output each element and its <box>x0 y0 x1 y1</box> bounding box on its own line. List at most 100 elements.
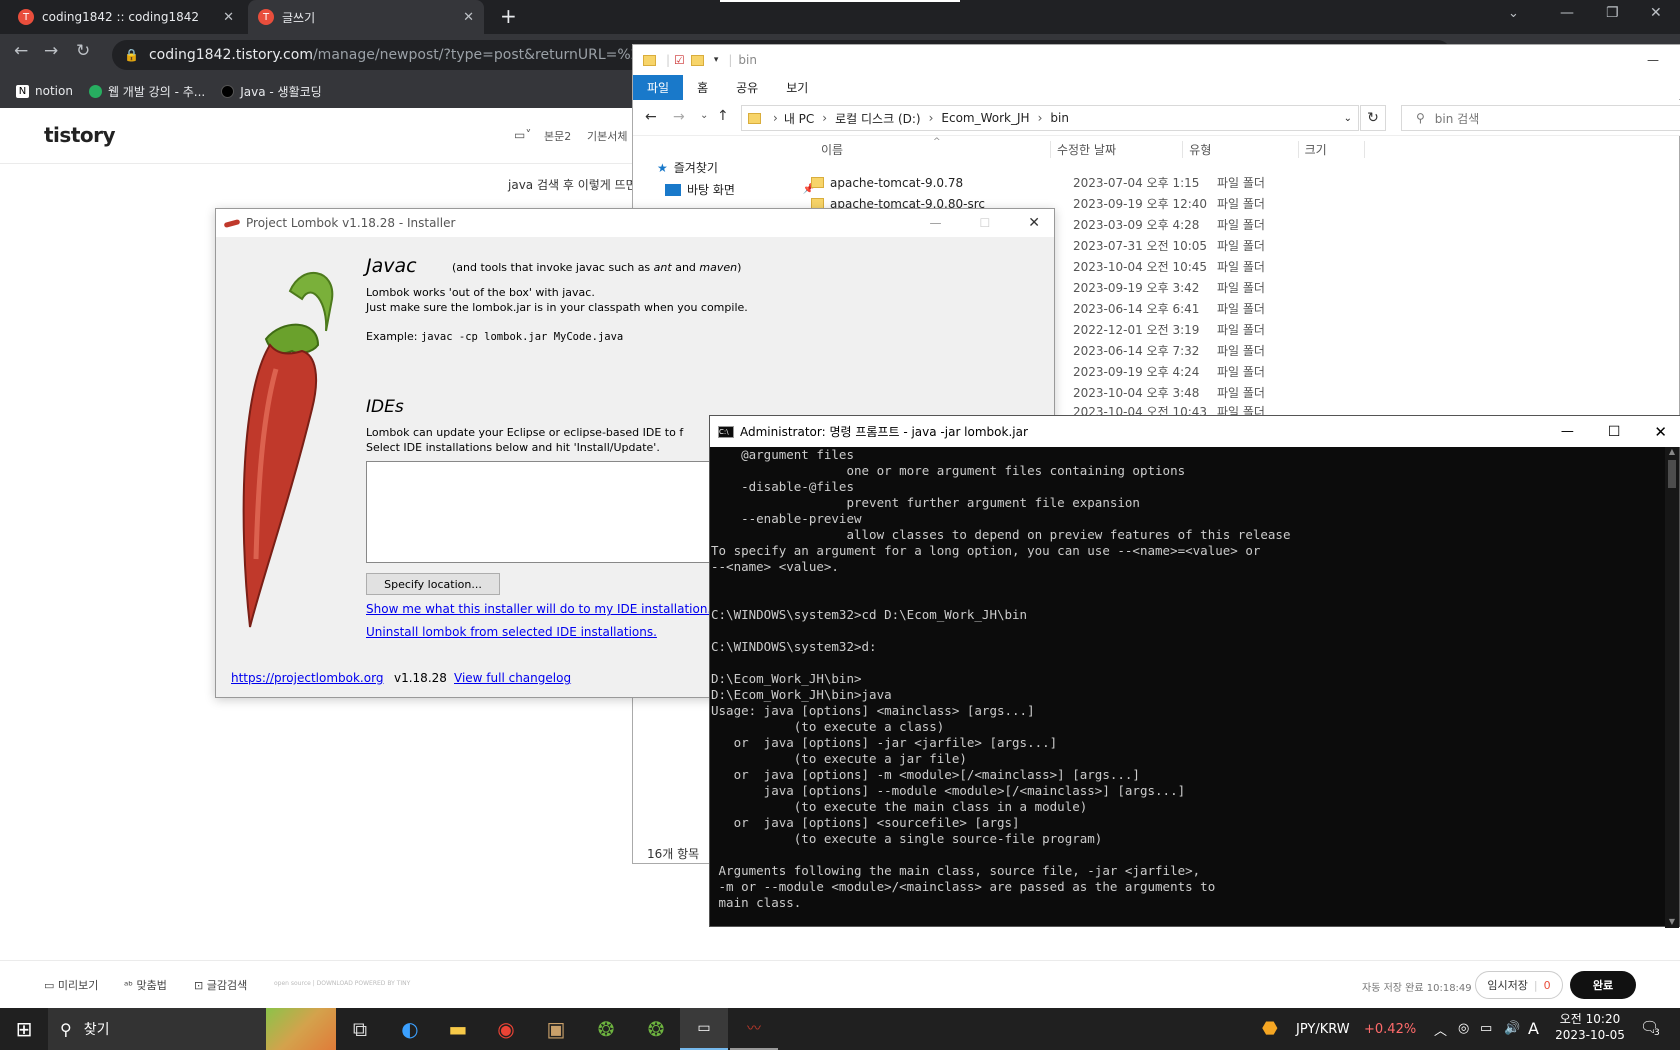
taskbar-search-box[interactable]: ⚲ 찾기 <box>48 1008 336 1050</box>
tab-search-chevron-icon[interactable]: ⌄ <box>1508 6 1519 21</box>
file-date: 2023-09-19 오후 3:42 <box>1073 281 1200 295</box>
ticker-label[interactable]: JPY/KRW <box>1296 1022 1350 1037</box>
tray-chevron-icon[interactable]: ︿ <box>1434 1020 1447 1039</box>
forward-arrow-icon[interactable]: → <box>673 109 685 125</box>
restore-icon[interactable]: ❐ <box>1606 5 1619 21</box>
up-arrow-icon[interactable]: ↑ <box>717 108 729 124</box>
close-icon[interactable]: ✕ <box>1654 423 1667 441</box>
nav-favorites[interactable]: ★ 즐겨찾기 <box>657 159 718 176</box>
close-tab-icon[interactable]: ✕ <box>223 10 234 25</box>
new-folder-icon[interactable] <box>690 54 704 66</box>
minimize-icon[interactable]: — <box>1561 424 1574 439</box>
cmd-line: java [options] --module <module>[/<mainc… <box>711 783 1186 798</box>
clock[interactable]: 오전 10:20 2023-10-05 <box>1554 1011 1626 1043</box>
specify-location-button[interactable]: Specify location... <box>366 573 500 595</box>
column-type[interactable]: 유형 <box>1183 140 1299 158</box>
minimize-icon[interactable]: — <box>930 216 942 230</box>
ime-indicator[interactable]: A <box>1528 1019 1539 1038</box>
network-icon[interactable]: ▭ <box>1480 1021 1492 1036</box>
close-icon[interactable]: ✕ <box>1028 215 1040 231</box>
uninstall-lombok-link[interactable]: Uninstall lombok from selected IDE insta… <box>366 625 657 639</box>
changelog-link[interactable]: View full changelog <box>454 671 571 685</box>
lombok-taskbar-icon[interactable]: 〰 <box>730 1008 778 1050</box>
draft-label: 임시저장 <box>1487 979 1528 992</box>
spring-tools-icon[interactable]: ❂ <box>582 1008 630 1050</box>
minimize-icon[interactable]: — <box>1647 53 1659 67</box>
minimize-icon[interactable]: — <box>1560 5 1574 21</box>
file-date: 2023-07-31 오전 10:05 <box>1073 239 1208 253</box>
scroll-down-icon[interactable]: ▼ <box>1665 917 1679 926</box>
preview-button[interactable]: ▭ 미리보기 <box>44 977 98 993</box>
close-window-icon[interactable]: ✕ <box>1650 5 1662 21</box>
address-breadcrumb[interactable]: › 내 PC › 로컬 디스크 (D:) › Ecom_Work_JH › bin ⌄ <box>741 105 1359 131</box>
tab-label: coding1842 :: coding1842 <box>42 10 200 24</box>
nav-desktop[interactable]: 바탕 화면 📌 <box>665 181 815 198</box>
explorer-navbar: ← → ⌄ ↑ › 내 PC › 로컬 디스크 (D:) › Ecom_Work_JH… <box>633 100 1680 136</box>
ribbon-tab-home[interactable]: 홈 <box>683 75 722 100</box>
show-installer-actions-link[interactable]: Show me what this installer will do to m… <box>366 602 711 616</box>
file-type: 파일 폴더 <box>1217 344 1265 358</box>
cmd-scrollbar[interactable]: ▲ ▼ <box>1665 447 1679 928</box>
back-arrow-icon[interactable]: ← <box>14 41 28 61</box>
reload-icon[interactable]: ↻ <box>76 41 90 61</box>
paragraph-style-select[interactable]: 본문2 <box>544 128 571 144</box>
material-search-button[interactable]: ⊡ 글감검색 <box>194 977 247 993</box>
search-label: 찾기 <box>83 1022 110 1038</box>
scroll-up-icon[interactable]: ▲ <box>1665 447 1679 456</box>
address-dropdown-icon[interactable]: ⌄ <box>1344 113 1352 124</box>
column-date[interactable]: 수정한 날짜 <box>1051 140 1184 158</box>
projectlombok-site-link[interactable]: https://projectlombok.org <box>231 671 383 685</box>
windows-start-icon[interactable]: ⊞ <box>0 1008 48 1050</box>
breadcrumb-item[interactable]: bin <box>1050 111 1069 125</box>
tab-coding1842[interactable]: T coding1842 :: coding1842 ✕ <box>8 0 244 34</box>
ticker-change: +0.42% <box>1364 1022 1417 1037</box>
webcam-icon[interactable]: ◎ <box>1458 1021 1469 1036</box>
list-item[interactable]: apache-tomcat-9.0.78 2023-07-04 오후 1:15 파일… <box>811 172 1341 193</box>
new-tab-plus-icon[interactable]: + <box>500 4 517 28</box>
editor-body-text[interactable]: java 검색 후 이렇게 뜨면 <box>508 176 637 193</box>
bookmark-notion[interactable]: N notion <box>16 84 73 98</box>
maximize-icon[interactable]: ☐ <box>1608 424 1621 440</box>
edge-icon[interactable]: ◐ <box>386 1008 434 1050</box>
file-explorer-icon[interactable]: ▬ <box>434 1008 482 1050</box>
column-size[interactable]: 크기 <box>1299 140 1365 158</box>
scroll-thumb[interactable] <box>1668 460 1676 488</box>
cmd-line: C:\WINDOWS\system32>cd D:\Ecom_Work_JH\b… <box>711 607 1028 622</box>
refresh-icon[interactable]: ↻ <box>1360 105 1386 131</box>
bookmark-dev-course[interactable]: 웹 개발 강의 - 추... <box>88 83 205 100</box>
search-input[interactable]: ⚲ bin 검색 <box>1401 105 1680 131</box>
file-date: 2023-10-04 오전 10:45 <box>1073 260 1208 274</box>
file-type: 파일 폴더 <box>1217 197 1265 211</box>
tistory-logo[interactable]: tistory <box>44 123 116 147</box>
clock-date: 2023-10-05 <box>1555 1028 1625 1042</box>
ribbon-tab-view[interactable]: 보기 <box>772 75 822 100</box>
back-arrow-icon[interactable]: ← <box>645 109 657 125</box>
column-name[interactable]: 이름 <box>805 140 1051 158</box>
image-insert-icon[interactable]: ▭˅ <box>514 128 531 142</box>
spring-tools-alt-icon[interactable]: ❂ <box>632 1008 680 1050</box>
ribbon-tab-share[interactable]: 공유 <box>722 75 772 100</box>
forward-arrow-icon[interactable]: → <box>44 41 58 61</box>
ribbon-tab-file[interactable]: 파일 <box>633 74 684 100</box>
bookmark-opentutorials[interactable]: Java - 생활코딩 <box>221 83 322 100</box>
tab-write[interactable]: T 글쓰기 ✕ <box>248 0 484 34</box>
task-view-icon[interactable]: ⧉ <box>336 1008 384 1050</box>
recent-chevron-icon[interactable]: ⌄ <box>700 110 708 121</box>
draft-save-button[interactable]: 임시저장 | 0 <box>1475 971 1563 999</box>
qat-dropdown-icon[interactable]: ▾ <box>714 55 719 65</box>
cmd-taskbar-icon[interactable]: ▭ <box>680 1008 728 1050</box>
breadcrumb-item[interactable]: 내 PC <box>784 110 814 127</box>
ide-installations-list[interactable] <box>366 461 716 563</box>
volume-icon[interactable]: 🔊 <box>1504 1021 1520 1036</box>
ides-heading: IDEs <box>366 397 404 417</box>
publish-button[interactable]: 완료 <box>1570 971 1636 999</box>
breadcrumb-item[interactable]: Ecom_Work_JH <box>941 111 1029 125</box>
cmd-output[interactable]: @argument files one or more argument fil… <box>710 447 1665 928</box>
chrome-icon[interactable]: ◉ <box>482 1008 530 1050</box>
font-family-select[interactable]: 기본서체 <box>587 128 627 144</box>
spellcheck-button[interactable]: ᵃᵇ 맞춤법 <box>124 977 167 993</box>
game-app-icon[interactable]: ▣ <box>532 1008 580 1050</box>
close-tab-icon[interactable]: ✕ <box>463 10 474 25</box>
breadcrumb-item[interactable]: 로컬 디스크 (D:) <box>835 110 920 127</box>
properties-check-icon[interactable]: ☑ <box>674 53 685 67</box>
